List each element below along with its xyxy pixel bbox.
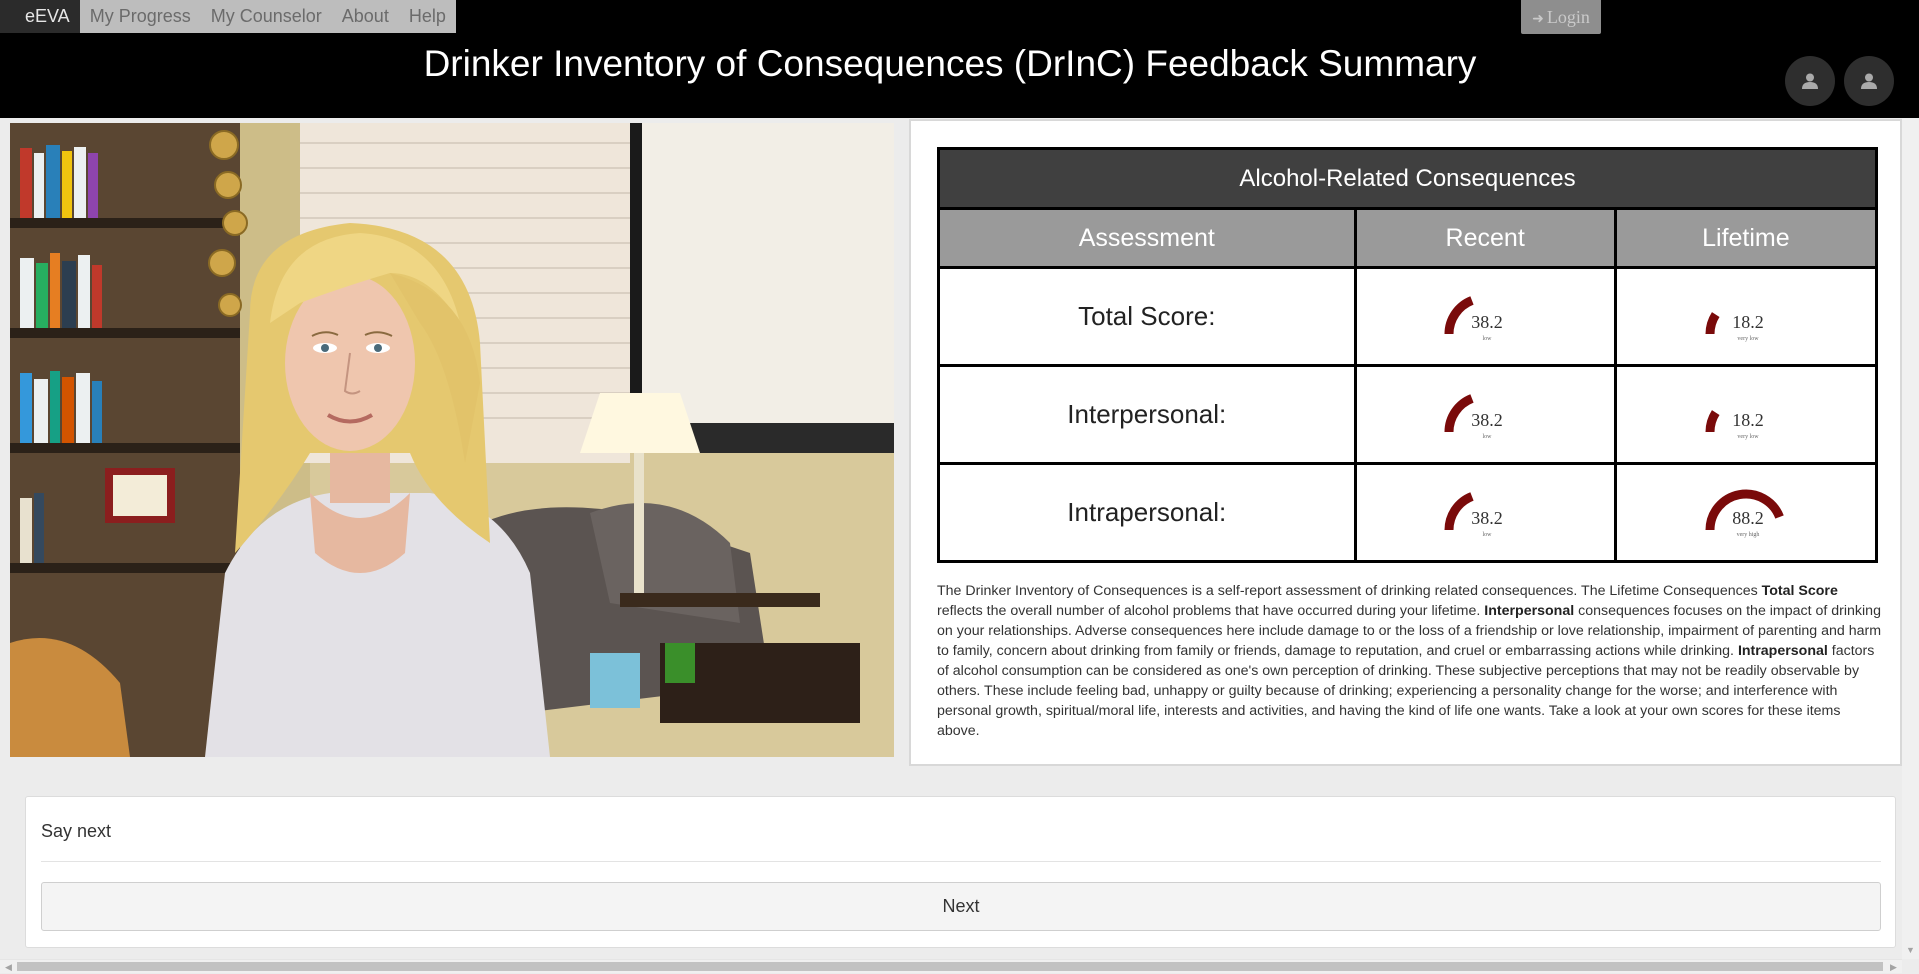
table-row: Total Score: 38.2 low 18.2 very low bbox=[937, 266, 1879, 367]
feedback-panel: Alcohol-Related Consequences Assessment … bbox=[909, 119, 1902, 766]
scroll-down-icon[interactable]: ▼ bbox=[1902, 942, 1919, 959]
row-label: Interpersonal: bbox=[937, 364, 1357, 465]
nav-item-my-counselor[interactable]: My Counselor bbox=[201, 0, 332, 33]
consequences-table: Alcohol-Related Consequences Assessment … bbox=[937, 147, 1879, 563]
gauge-arc bbox=[1444, 295, 1474, 334]
recent-cell: 38.2 low bbox=[1353, 266, 1617, 367]
column-header-assessment: Assessment bbox=[937, 207, 1357, 269]
column-header-recent: Recent bbox=[1353, 207, 1617, 269]
nav-item-my-progress[interactable]: My Progress bbox=[80, 0, 201, 33]
login-icon: ➜ bbox=[1532, 12, 1544, 27]
scroll-left-icon[interactable]: ◀ bbox=[0, 960, 17, 974]
page-title: Drinker Inventory of Consequences (DrInC… bbox=[423, 43, 1477, 84]
gauge-arc bbox=[1444, 393, 1474, 432]
lifetime-cell: 88.2 very high bbox=[1613, 462, 1879, 563]
gauge-value: 88.2 bbox=[1732, 508, 1764, 528]
login-label: Login bbox=[1546, 7, 1590, 27]
term-intrapersonal: Intrapersonal bbox=[1737, 643, 1828, 659]
gauge-arc bbox=[1444, 491, 1474, 530]
gauge-level-label: very high bbox=[1736, 532, 1759, 538]
scrollbar-thumb[interactable] bbox=[17, 962, 1883, 971]
table-caption: Alcohol-Related Consequences bbox=[937, 147, 1878, 210]
gauge-level-label: low bbox=[1483, 336, 1493, 342]
counselor-scene-illustration bbox=[10, 123, 894, 757]
user-icon bbox=[1861, 73, 1877, 89]
gauge-value: 18.2 bbox=[1732, 312, 1764, 332]
column-header-lifetime: Lifetime bbox=[1613, 207, 1879, 269]
recent-cell: 38.2 low bbox=[1353, 364, 1617, 465]
prompt-text: Say next bbox=[41, 821, 112, 841]
header-bar: eEVA My Progress My Counselor About Help… bbox=[0, 0, 1919, 118]
divider bbox=[41, 861, 1881, 862]
horizontal-scrollbar[interactable]: ◀ ▶ bbox=[0, 959, 1902, 973]
nav-item-about[interactable]: About bbox=[332, 0, 399, 33]
gauge-value: 18.2 bbox=[1732, 410, 1764, 430]
lifetime-cell: 18.2 very low bbox=[1613, 364, 1879, 465]
row-label: Total Score: bbox=[937, 266, 1357, 367]
gauge-value: 38.2 bbox=[1471, 508, 1503, 528]
gauge-value: 38.2 bbox=[1471, 312, 1503, 332]
gauge-level-label: low bbox=[1483, 532, 1493, 538]
gauge-arc bbox=[1705, 409, 1720, 432]
counselor-video bbox=[10, 123, 894, 757]
next-button[interactable]: Next bbox=[41, 882, 1881, 931]
nav-brand[interactable]: eEVA bbox=[0, 0, 80, 33]
user-avatar-button[interactable] bbox=[1785, 56, 1835, 106]
nav-menu: My Progress My Counselor About Help bbox=[79, 0, 456, 33]
gauge-value: 38.2 bbox=[1471, 410, 1503, 430]
term-total-score: Total Score bbox=[1761, 583, 1838, 599]
scroll-right-icon[interactable]: ▶ bbox=[1885, 960, 1902, 974]
gauge-level-label: very low bbox=[1737, 434, 1759, 440]
nav-item-help[interactable]: Help bbox=[399, 0, 456, 33]
lifetime-cell: 18.2 very low bbox=[1613, 266, 1879, 367]
user-icon bbox=[1802, 73, 1818, 89]
gauge-level-label: very low bbox=[1737, 336, 1759, 342]
description-text: The Drinker Inventory of Consequences is… bbox=[937, 583, 1882, 739]
table-row: Interpersonal: 38.2 low 18.2 very low bbox=[937, 364, 1879, 465]
top-nav: eEVA My Progress My Counselor About Help bbox=[0, 0, 456, 33]
gauge-level-label: low bbox=[1483, 434, 1493, 440]
counselor-avatar-button[interactable] bbox=[1844, 56, 1894, 106]
login-button[interactable]: ➜ Login bbox=[1521, 0, 1601, 34]
table-row: Intrapersonal: 38.2 low 88.2 very high bbox=[937, 462, 1879, 563]
recent-cell: 38.2 low bbox=[1353, 462, 1617, 563]
vertical-scrollbar[interactable]: ▼ bbox=[1902, 118, 1919, 959]
gauge-arc bbox=[1705, 311, 1720, 334]
response-panel: Say next Next bbox=[25, 796, 1896, 948]
row-label: Intrapersonal: bbox=[937, 462, 1357, 563]
term-interpersonal: Interpersonal bbox=[1484, 603, 1575, 619]
